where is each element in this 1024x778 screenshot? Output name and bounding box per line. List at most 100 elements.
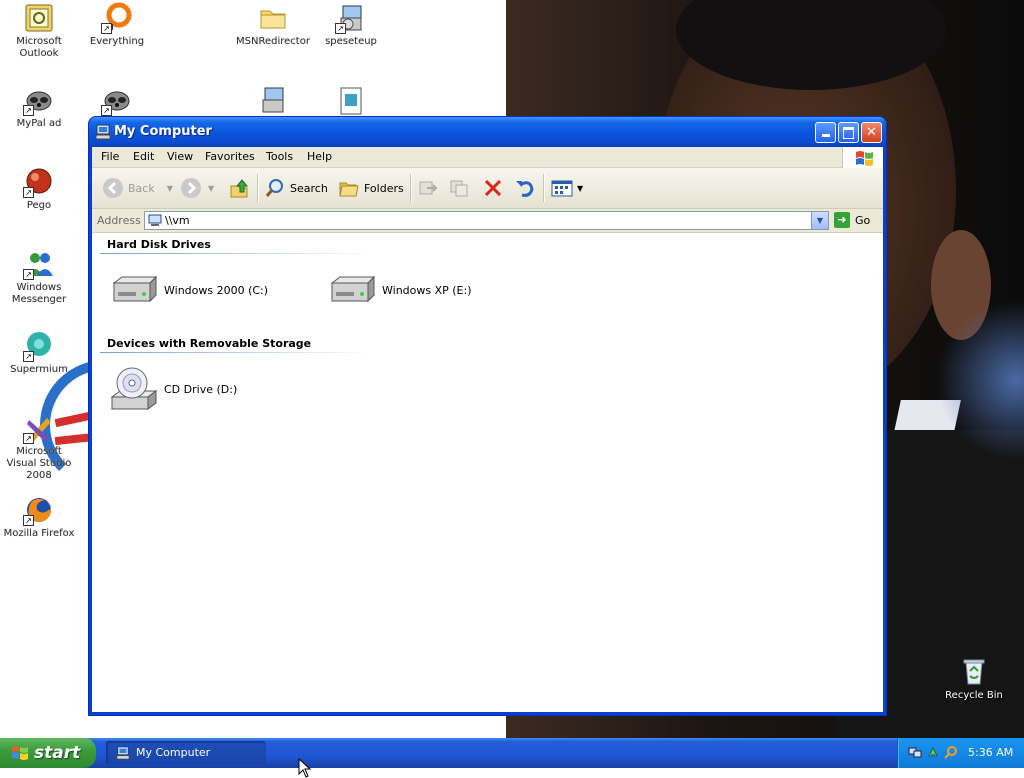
menu-tools[interactable]: Tools [266,150,293,163]
desktop-icon-mypal-2[interactable]: ↗ [78,84,156,118]
desktop-icon-msnredirector[interactable]: MSNRedirector [234,2,312,48]
delete-button[interactable] [482,176,504,200]
views-button[interactable]: ▼ [551,176,583,200]
drive-label: Windows 2000 (C:) [164,283,269,297]
window-titlebar[interactable]: My Computer ✕ [89,117,886,147]
group-header-hard-disk-drives: Hard Disk Drives [107,238,211,251]
taskbar-button-my-computer[interactable]: My Computer [106,741,266,764]
recycle-bin-icon [958,656,990,688]
setup-installer-icon: ↗ [335,2,367,34]
window-title: My Computer [114,124,212,139]
desktop-icon-label: Windows Messenger [11,282,67,305]
shortcut-arrow-icon: ↗ [23,515,34,526]
taskbar-clock[interactable]: 5:36 AM [968,746,1013,759]
menu-edit[interactable]: Edit [133,150,154,163]
search-tray-icon[interactable] [944,745,958,759]
move-to-icon [419,181,438,195]
address-label: Address [97,214,141,227]
desktop-icon-label: MSNRedirector [236,36,310,47]
supermium-icon: ↗ [23,330,55,362]
address-dropdown-button[interactable]: ▼ [811,212,828,229]
menu-favorites[interactable]: Favorites [205,150,255,163]
desktop-icon-label: speseteup [325,36,377,47]
maximize-button[interactable] [838,122,859,143]
file-view[interactable]: Hard Disk Drives Windows 2000 (C:) Windo… [92,233,883,712]
toolbar-separator [543,174,544,202]
toolbar: Back ▼ ▼ Search Folders ▼ [92,168,883,209]
safely-remove-tray-icon[interactable] [926,745,940,759]
desktop-icon-visual-studio[interactable]: ↗ Microsoft Visual Studio 2008 [0,412,78,482]
visual-studio-icon: ↗ [23,412,55,444]
desktop-icon-pego[interactable]: ↗ Pego [0,166,78,212]
desktop-icon-label: Microsoft Outlook [16,36,62,59]
back-button[interactable]: Back ▼ [102,176,173,200]
group-divider [100,352,372,353]
folders-label: Folders [364,181,404,195]
drive-item-e[interactable]: Windows XP (E:) [328,275,472,305]
menu-view[interactable]: View [167,150,193,163]
folders-icon [339,182,359,197]
move-to-button[interactable] [417,176,439,200]
copy-to-icon [450,180,468,197]
search-button[interactable]: Search [264,176,328,200]
outlook-icon [23,2,55,34]
desktop-icon-label: Mozilla Firefox [3,528,75,539]
close-icon: ✕ [866,125,877,140]
minimize-button[interactable] [815,122,836,143]
forward-button[interactable]: ▼ [180,176,214,200]
shortcut-arrow-icon: ↗ [23,351,34,362]
menu-file[interactable]: File [101,150,119,163]
desktop-icon-recycle-bin[interactable]: Recycle Bin [935,656,1013,702]
folders-button[interactable]: Folders [338,176,404,200]
address-input[interactable]: \\vm ▼ [144,211,829,230]
forward-dropdown-icon[interactable]: ▼ [208,184,214,193]
desktop-icon-windows-messenger[interactable]: ↗ Windows Messenger [0,248,78,306]
desktop-icon-firefox[interactable]: ↗ Mozilla Firefox [0,494,78,540]
desktop-icon-mypal[interactable]: ↗ MyPal ad [0,84,78,130]
shortcut-arrow-icon: ↗ [23,269,34,280]
my-computer-window[interactable]: My Computer ✕ File Edit View Favorites T… [89,117,886,715]
raccoon-icon: ↗ [23,84,55,116]
taskbar: start My Computer 5:36 AM [0,738,1024,768]
my-computer-icon [116,745,130,760]
go-button[interactable]: ➜ Go [834,212,870,228]
back-dropdown-icon[interactable]: ▼ [167,184,173,193]
network-tray-icon[interactable] [908,745,922,759]
system-tray: 5:36 AM [897,738,1024,768]
windows-flag-icon [12,746,28,760]
copy-to-button[interactable] [448,176,470,200]
up-folder-button[interactable] [228,176,250,200]
start-label: start [34,743,81,763]
close-button[interactable]: ✕ [861,122,882,143]
maximize-icon [843,127,854,139]
shortcut-arrow-icon: ↗ [23,105,34,116]
undo-button[interactable] [514,176,536,200]
desktop-icon-setup-3[interactable] [312,84,390,118]
desktop-icon-label: Supermium [10,364,68,375]
mouse-pointer-icon [298,758,312,778]
desktop-icon-everything[interactable]: ↗ Everything [78,2,156,48]
desktop-icon-outlook[interactable]: Microsoft Outlook [0,2,78,60]
up-folder-icon [230,179,249,198]
drive-item-c[interactable]: Windows 2000 (C:) [110,275,268,305]
forward-arrow-icon [181,178,201,198]
firefox-icon: ↗ [23,494,55,526]
views-icon [551,180,573,197]
go-label: Go [855,213,871,227]
start-button[interactable]: start [0,738,96,768]
desktop-icon-supermium[interactable]: ↗ Supermium [0,330,78,376]
address-bar: Address \\vm ▼ ➜ Go [92,209,883,233]
back-label: Back [128,181,155,195]
drive-item-d[interactable]: CD Drive (D:) [110,365,237,413]
back-arrow-icon [103,178,123,198]
desktop-icon-setup-2[interactable] [234,84,312,118]
delete-x-icon [484,179,502,197]
hard-drive-icon [112,275,158,303]
desktop-icon-label: Recycle Bin [945,690,1003,701]
messenger-icon: ↗ [23,248,55,280]
raccoon-icon: ↗ [101,84,133,116]
go-arrow-icon: ➜ [834,212,850,228]
toolbar-separator [410,174,411,202]
desktop-icon-speseteup[interactable]: ↗ speseteup [312,2,390,48]
menu-help[interactable]: Help [307,150,332,163]
